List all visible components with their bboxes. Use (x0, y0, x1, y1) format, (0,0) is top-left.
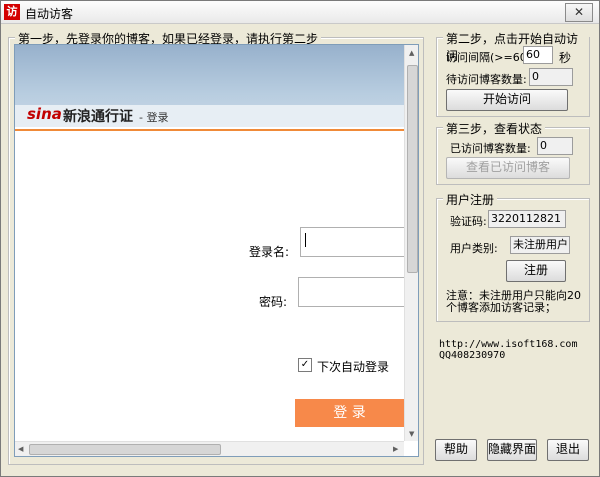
help-button[interactable]: 帮助 (435, 439, 477, 461)
embedded-browser[interactable]: sina 新浪通行证 - 登录 登录名: 密码: ✓ 下次自动登录 登 录 ▲ … (14, 44, 419, 457)
app-icon: 访 (4, 4, 20, 20)
interval-input[interactable]: 60 (523, 46, 553, 64)
user-type-value: 未注册用户 (510, 236, 570, 254)
pending-count: 0 (529, 68, 573, 86)
pending-label: 待访问博客数量: (446, 73, 527, 86)
password-label: 密码: (259, 295, 288, 309)
auto-login-label: 下次自动登录 (317, 360, 390, 374)
register-button[interactable]: 注册 (506, 260, 566, 282)
scroll-left-icon[interactable]: ◀ (18, 444, 23, 454)
hide-ui-button[interactable]: 隐藏界面 (487, 439, 537, 461)
sina-logo: sina (27, 105, 62, 123)
login-page-title: - 登录 (139, 111, 169, 124)
qq-contact: QQ408230970 (439, 350, 506, 361)
verification-code: 3220112821 (488, 210, 566, 228)
user-type-label: 用户类别: (450, 242, 498, 255)
view-visited-button[interactable]: 查看已访问博客 (446, 157, 570, 179)
register-label: 用户注册 (443, 191, 498, 208)
scroll-up-icon[interactable]: ▲ (409, 48, 414, 58)
vertical-scroll-thumb[interactable] (407, 65, 418, 273)
login-button[interactable]: 登 录 (295, 399, 404, 427)
horizontal-scroll-thumb[interactable] (29, 444, 221, 455)
text-caret (305, 233, 306, 247)
header-divider (15, 129, 404, 131)
code-label: 验证码: (450, 215, 487, 228)
interval-label: 访问间隔(>=60) (446, 51, 532, 64)
vertical-scrollbar[interactable]: ▲ ▼ (404, 45, 418, 441)
password-input[interactable] (298, 277, 406, 307)
horizontal-scrollbar[interactable]: ◀ ▶ (15, 441, 404, 456)
visited-label: 已访问博客数量: (450, 142, 531, 155)
auto-login-checkbox[interactable]: ✓ (298, 358, 312, 372)
title-bar: 访 自动访客 ✕ (1, 1, 599, 24)
visited-count: 0 (537, 137, 573, 155)
exit-button[interactable]: 退出 (547, 439, 589, 461)
register-notice: 注意：未注册用户只能向20个博客添加访客记录； (446, 289, 581, 314)
app-window: 访 自动访客 ✕ 第一步，先登录你的博客，如果已经登录，请执行第二步 sina … (0, 0, 600, 477)
sina-cert-title: 新浪通行证 (63, 109, 133, 125)
website-url: http://www.isoft168.com (439, 339, 578, 350)
scroll-right-icon[interactable]: ▶ (393, 444, 398, 454)
username-label: 登录名: (249, 245, 290, 259)
interval-unit: 秒 (559, 51, 572, 65)
username-input[interactable] (300, 227, 406, 257)
scroll-down-icon[interactable]: ▼ (409, 429, 414, 439)
step3-label: 第三步，查看状态 (443, 120, 546, 137)
start-visit-button[interactable]: 开始访问 (446, 89, 568, 111)
close-button[interactable]: ✕ (565, 3, 593, 22)
window-title: 自动访客 (25, 7, 74, 21)
